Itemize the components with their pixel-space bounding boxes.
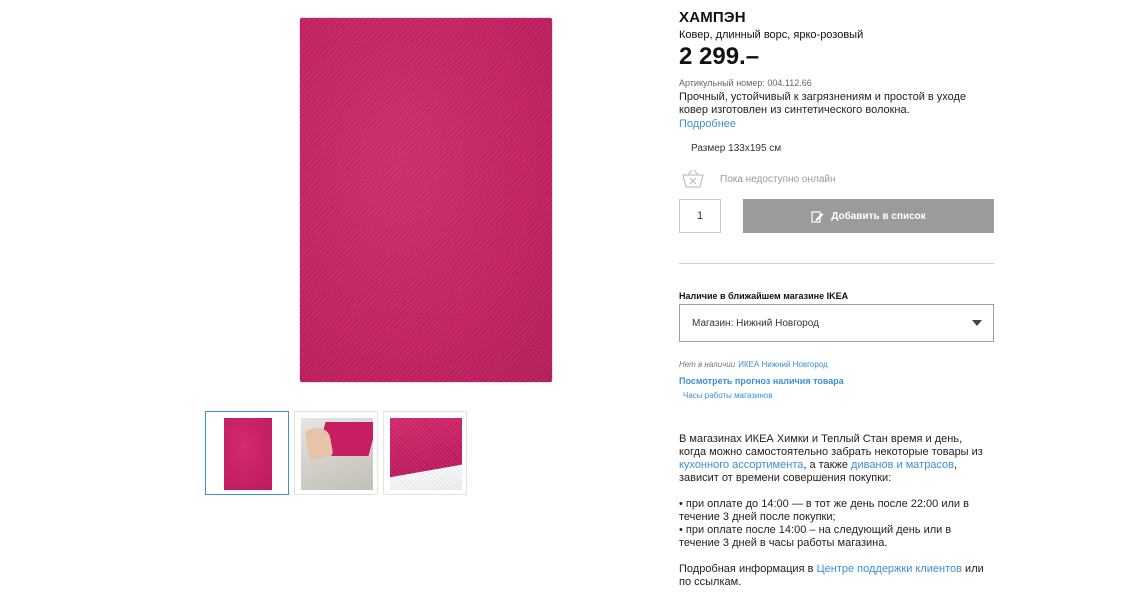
pickup-paragraph: В магазинах ИКЕА Химки и Теплый Стан вре… xyxy=(679,433,991,485)
pickup-text: , а также xyxy=(803,459,852,471)
article-number: Артикульный номер: 004.112.66 xyxy=(679,78,812,88)
kitchen-assortment-link[interactable]: кухонного ассортимента xyxy=(679,459,803,471)
support-text: Подробная информация в xyxy=(679,563,817,575)
product-price: 2 299.– xyxy=(679,43,760,70)
quantity-input[interactable]: 1 xyxy=(679,199,721,233)
pickup-info: В магазинах ИКЕА Химки и Теплый Стан вре… xyxy=(679,433,991,589)
store-hours-link[interactable]: Часы работы магазинов xyxy=(683,391,772,400)
divider xyxy=(679,263,994,264)
thumbnail-1[interactable] xyxy=(205,411,289,495)
store-select[interactable]: Магазин: Нижний Новгород xyxy=(679,304,994,342)
availability-title: Наличие в ближайшем магазине IKEA xyxy=(679,291,849,301)
more-link[interactable]: Подробнее xyxy=(679,118,736,130)
product-description: Ковер, длинный ворс, ярко-розовый xyxy=(679,29,864,41)
product-main-image xyxy=(300,18,552,382)
online-unavailable-text: Пока недоступно онлайн xyxy=(720,174,836,185)
add-to-list-button[interactable]: Добавить в список xyxy=(743,199,994,233)
store-select-value: Магазин: Нижний Новгород xyxy=(692,318,819,329)
edit-list-icon xyxy=(811,210,824,223)
product-size: Размер 133x195 см xyxy=(691,143,782,154)
forecast-link[interactable]: Посмотреть прогноз наличия товара xyxy=(679,376,844,386)
product-text: Прочный, устойчивый к загрязнениям и про… xyxy=(679,91,967,116)
bullet-item: • при оплате после 14:00 – на следующий … xyxy=(679,524,952,549)
chevron-down-icon xyxy=(972,320,982,326)
add-to-list-label: Добавить в список xyxy=(831,210,926,222)
product-name: ХАМПЭН xyxy=(679,9,746,26)
stock-status: Нет в наличии ИКЕА Нижний Новгород xyxy=(679,360,828,369)
stock-store-link[interactable]: ИКЕА Нижний Новгород xyxy=(738,360,828,369)
bullet-item: • при оплате до 14:00 — в тот же день по… xyxy=(679,498,969,523)
basket-icon xyxy=(682,169,704,188)
pickup-text: В магазинах ИКЕА Химки и Теплый Стан вре… xyxy=(679,433,983,458)
thumbnail-3[interactable] xyxy=(383,411,467,495)
thumbnail-2[interactable] xyxy=(294,411,378,495)
support-paragraph: Подробная информация в Центре поддержки … xyxy=(679,563,991,589)
sofas-mattresses-link[interactable]: диванов и матрасов xyxy=(851,459,954,471)
stock-status-text: Нет в наличии xyxy=(679,360,736,369)
support-center-link[interactable]: Центре поддержки клиентов xyxy=(816,563,962,575)
